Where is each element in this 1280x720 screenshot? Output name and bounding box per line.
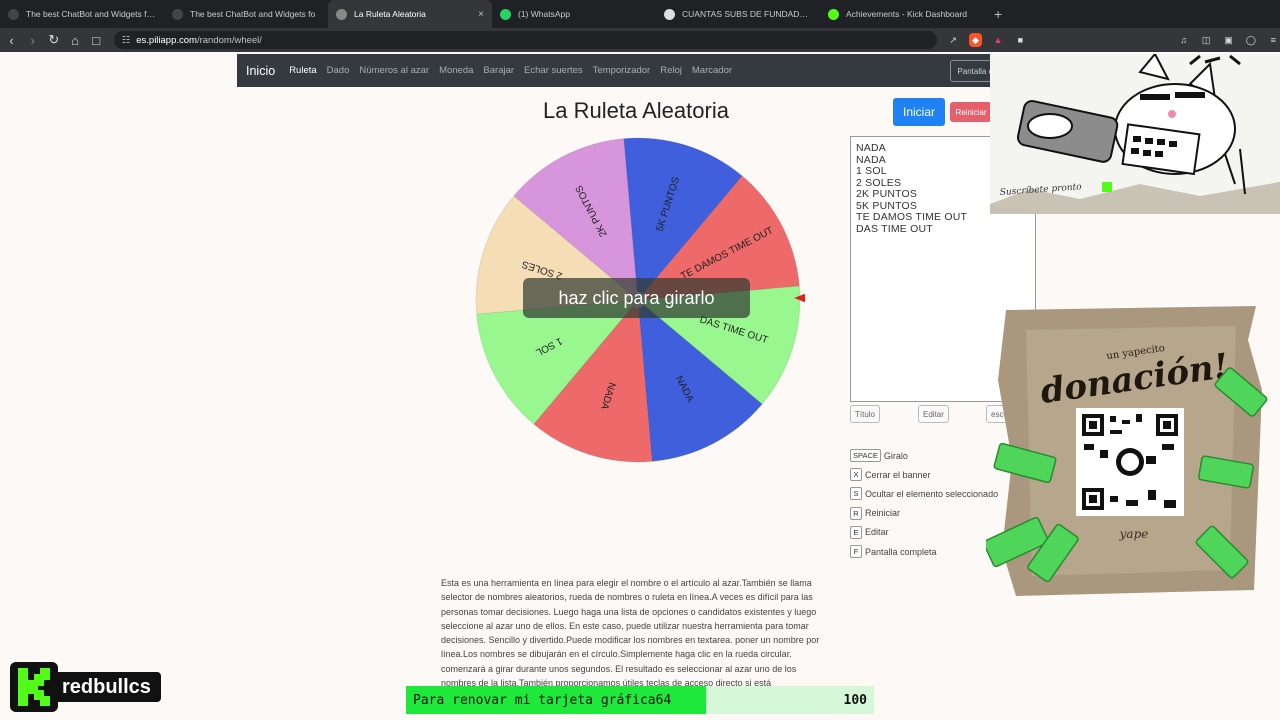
menu-icon[interactable]: ≡	[1267, 33, 1280, 47]
site-info-icon[interactable]: ☷	[122, 35, 131, 46]
home-icon[interactable]: ⌂	[65, 30, 84, 50]
browser-tab[interactable]: La Ruleta Aleatoria ×	[328, 0, 492, 28]
rewards-icon[interactable]: ▲	[991, 33, 1004, 47]
goal-label: Para renovar mi tarjeta gráfica64	[413, 692, 672, 708]
channel-name: redbullcs	[48, 672, 161, 702]
shortcut-label: Giralo	[883, 450, 908, 461]
reset-button[interactable]: Reiniciar	[950, 102, 992, 122]
vpn-icon[interactable]: ◯	[1244, 33, 1257, 47]
donation-overlay: un yapecito donación! yape	[983, 300, 1280, 600]
browser-tab[interactable]: Achievements - Kick Dashboard	[820, 0, 984, 28]
botrix-icon	[172, 8, 183, 20]
botrix-icon	[8, 8, 19, 20]
url-host: es.piliapp.com	[136, 34, 197, 46]
shortcut-key: SPACE	[850, 449, 881, 463]
kick-logo-icon	[10, 662, 58, 712]
music-icon[interactable]: ♫	[1177, 33, 1190, 47]
shortcut-label: Reiniciar	[865, 508, 901, 519]
brave-shield-icon[interactable]: ◆	[968, 33, 983, 47]
extension-icon[interactable]: ■	[1014, 33, 1027, 47]
name-line: DAS TIME OUT	[856, 222, 933, 235]
shortcut-label: Cerrar el banner	[865, 469, 931, 480]
start-button[interactable]: Iniciar	[893, 98, 945, 126]
url-field[interactable]: ☷ es.piliapp.com/random/wheel/	[113, 31, 938, 49]
nav-link[interactable]: Ruleta	[289, 65, 316, 76]
new-tab-icon[interactable]: +	[984, 0, 1012, 28]
spin-hint-overlay[interactable]: haz clic para girarlo	[523, 278, 750, 318]
browser-tab-strip: The best ChatBot and Widgets for Ki The b…	[0, 0, 1280, 28]
shortcut-key: E	[850, 525, 862, 539]
reload-icon[interactable]: ↻	[44, 30, 63, 50]
tab-title: La Ruleta Aleatoria	[354, 9, 426, 19]
title-button[interactable]: Título	[850, 405, 881, 423]
browser-tab[interactable]: The best ChatBot and Widgets for Ki	[0, 0, 164, 28]
google-icon	[664, 8, 675, 20]
site-navbar: Inicio Ruleta Dado Números al azar Moneda Ba…	[237, 54, 1036, 87]
nav-link[interactable]: Dado	[327, 65, 350, 76]
tab-title: Achievements - Kick Dashboard	[846, 9, 967, 19]
nav-link[interactable]: Echar suertes	[524, 65, 583, 76]
nav-link[interactable]: Reloj	[660, 65, 682, 76]
yape-label: yape	[1119, 527, 1149, 541]
tab-title: (1) WhatsApp	[518, 9, 570, 19]
shortcut-key: X	[850, 468, 862, 482]
kick-icon	[828, 8, 839, 20]
nav-link[interactable]: Temporizador	[593, 65, 651, 76]
edit-button[interactable]: Editar	[918, 405, 949, 423]
shortcut-key: S	[850, 487, 862, 501]
back-icon[interactable]: ‹	[2, 30, 21, 50]
browser-tab[interactable]: The best ChatBot and Widgets fo	[164, 0, 328, 28]
shortcut-key: R	[850, 506, 862, 520]
sidebar-icon[interactable]: ◫	[1199, 33, 1212, 47]
tab-title: The best ChatBot and Widgets fo	[190, 9, 316, 19]
site-brand-link[interactable]: Inicio	[246, 64, 275, 78]
page-title: La Ruleta Aleatoria	[543, 98, 729, 123]
nav-link[interactable]: Moneda	[439, 65, 473, 76]
nav-link[interactable]: Marcador	[692, 65, 732, 76]
tab-title: CUANTAS SUBS DE FUNDADOR DAN	[682, 9, 812, 19]
kick-channel-badge: redbullcs	[10, 662, 178, 712]
url-path: /random/wheel/	[196, 34, 262, 46]
whatsapp-icon	[500, 8, 511, 20]
qr-code	[1076, 408, 1184, 516]
browser-tab[interactable]: CUANTAS SUBS DE FUNDADOR DAN	[656, 0, 820, 28]
shortcut-label: Pantalla completa	[865, 546, 937, 557]
wallet-icon[interactable]: ▣	[1222, 33, 1235, 47]
kick-small-icon	[1102, 182, 1112, 192]
nav-link[interactable]: Barajar	[483, 65, 514, 76]
stream-cat-overlay: Suscríbete pronto	[990, 52, 1280, 214]
browser-toolbar: ‹ › ↻ ⌂ □ ☷ es.piliapp.com/random/wheel/…	[0, 28, 1280, 52]
tab-close-icon[interactable]: ×	[478, 9, 484, 20]
shortcut-key: F	[850, 545, 862, 559]
shortcut-label: Editar	[865, 527, 889, 538]
bookmark-icon[interactable]: □	[87, 30, 106, 50]
forward-icon[interactable]: ›	[23, 30, 42, 50]
shortcut-label: Ocultar el elemento seleccionado	[865, 488, 999, 499]
browser-tab[interactable]: (1) WhatsApp	[492, 0, 656, 28]
piliapp-icon	[336, 8, 347, 20]
goal-value: 100	[843, 692, 867, 708]
tab-title: The best ChatBot and Widgets for Ki	[26, 9, 156, 19]
description-text: Esta es una herramienta en línea para el…	[441, 578, 820, 689]
share-icon[interactable]: ↗	[946, 33, 959, 47]
nav-link[interactable]: Números al azar	[359, 65, 429, 76]
donation-goal-bar: Para renovar mi tarjeta gráfica64 100	[406, 686, 874, 714]
